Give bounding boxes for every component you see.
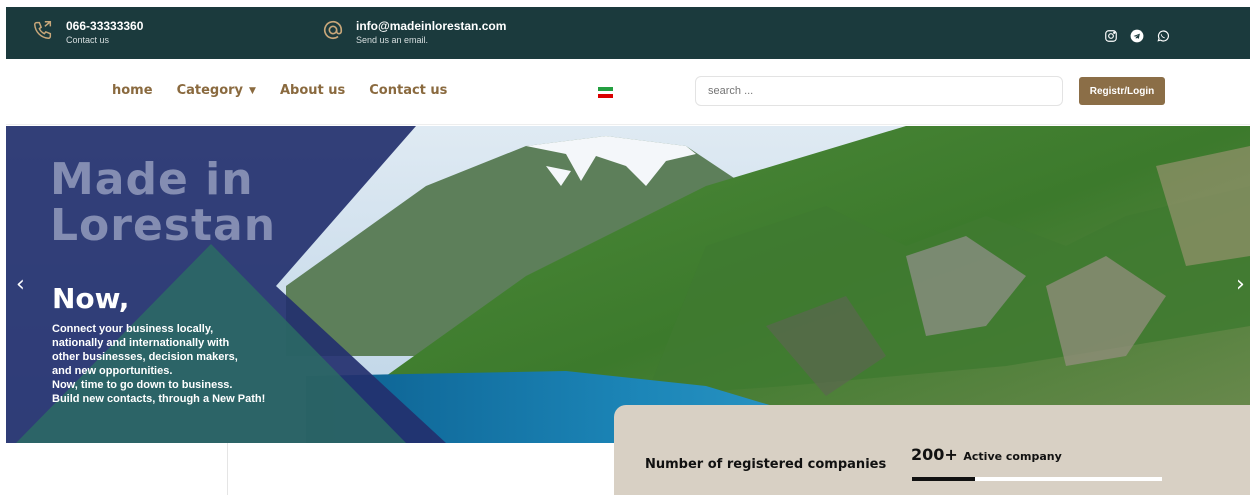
nav-about-label: About us [279,83,346,98]
stats-label: Number of registered companies [645,457,887,472]
email-contact[interactable]: info@madeinlorestan.com Send us an email… [322,19,506,47]
stats-progress-bar [912,477,1162,481]
page-frame: 066-33333360 Contact us info@madeinlores… [6,7,1250,495]
hero-title-line1: Made in [50,154,254,205]
nav-category[interactable]: Category ▼ [177,83,256,98]
at-icon [322,19,348,45]
phone-contact[interactable]: 066-33333360 Contact us [32,19,143,47]
nav-home-label: home [112,83,153,98]
nav-contact-label: Contact us [369,83,448,98]
top-contact-bar: 066-33333360 Contact us info@madeinlores… [6,7,1250,59]
hero-slider: Made in Lorestan Now, Connect your busin… [6,126,1250,443]
caret-down-icon: ▼ [249,85,256,96]
telegram-icon[interactable] [1130,29,1144,43]
slider-next-arrow-icon[interactable]: › [1236,272,1245,297]
instagram-icon[interactable] [1104,29,1118,43]
primary-nav: home Category ▼ About us Contact us [112,83,471,98]
hero-description-line: and new opportunities. [52,365,173,377]
registered-companies-card: Number of registered companies 200+ Acti… [614,405,1250,495]
language-flag-icon[interactable] [598,87,613,98]
phone-icon [32,19,58,45]
slider-prev-arrow-icon[interactable]: ‹ [16,272,25,297]
phone-caption: Contact us [66,35,110,45]
hero-description-line: nationally and internationally with [52,337,230,349]
hero-description-line: other businesses, decision makers, [52,351,238,363]
email-address: info@madeinlorestan.com [356,19,507,33]
hero-title-line2: Lorestan [50,200,277,251]
whatsapp-icon[interactable] [1156,29,1170,43]
search-input[interactable] [695,76,1063,106]
phone-number: 066-33333360 [66,19,144,33]
stats-count-value: 200+ [911,445,958,464]
stats-count-suffix: Active company [963,450,1062,463]
social-links [1104,29,1170,43]
hero-description-line: Now, time to go down to business. [52,379,233,391]
hero-headline: Now, [52,282,130,315]
nav-home[interactable]: home [112,83,153,98]
stats-count: 200+ Active company [911,445,1062,464]
hero-description-line: Connect your business locally, [52,323,214,335]
flag-stripe-red [598,94,613,98]
nav-category-label: Category [176,83,244,98]
nav-about[interactable]: About us [280,83,345,98]
hero-description: Connect your business locally, nationall… [52,322,312,406]
main-navbar: home Category ▼ About us Contact us Regis… [6,59,1250,125]
stats-progress-fill [912,477,975,481]
hero-description-line: Build new contacts, through a New Path! [52,393,266,405]
register-login-button[interactable]: Registr/Login [1079,77,1165,105]
bottom-divider [227,443,228,495]
nav-contact[interactable]: Contact us [369,83,447,98]
email-caption: Send us an email. [356,35,429,45]
